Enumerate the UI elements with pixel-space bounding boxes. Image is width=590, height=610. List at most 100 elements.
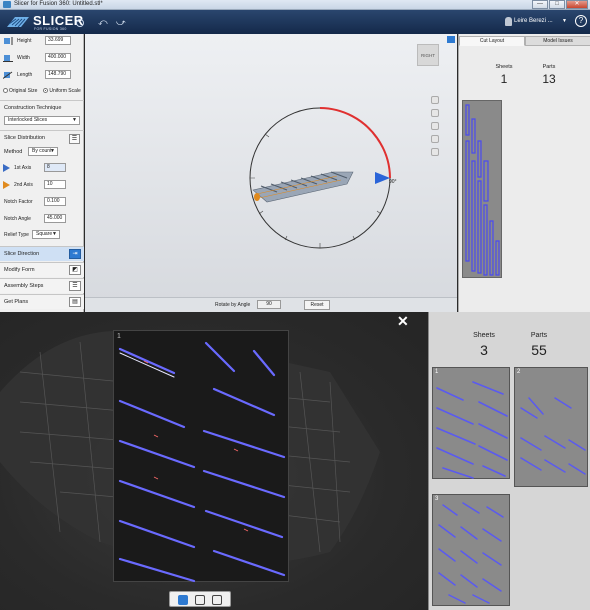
step-label: Modify Form bbox=[4, 267, 35, 273]
step-label: Get Plans bbox=[4, 299, 29, 305]
method-label: Method bbox=[4, 149, 23, 155]
axis2-icon bbox=[3, 181, 10, 189]
method-select[interactable]: By count ▼ bbox=[28, 147, 58, 156]
zoom-icon[interactable] bbox=[195, 595, 205, 605]
slice-direction-icon: ⇥ bbox=[69, 249, 81, 259]
notch-factor-label: Notch Factor bbox=[4, 199, 33, 205]
sheet-number: 1 bbox=[117, 333, 121, 340]
height-label: Height bbox=[17, 38, 32, 44]
step-label: Slice Direction bbox=[4, 251, 40, 257]
app-header: SLICER FOR FUSION 360 ⤺ ⤻ Leire Berezi .… bbox=[0, 10, 590, 34]
relief-value: Square bbox=[36, 231, 53, 237]
relief-select[interactable]: Square ▼ bbox=[32, 230, 60, 239]
axis2-label: 2nd Axis bbox=[14, 182, 33, 188]
parts-label: Parts bbox=[542, 64, 556, 70]
width-field[interactable]: 400.000 bbox=[45, 53, 71, 62]
list-icon[interactable]: ☰ bbox=[69, 134, 80, 144]
step-modify-form[interactable]: Modify Form ◩ bbox=[0, 262, 84, 277]
relief-row: Relief Type Square ▼ bbox=[3, 230, 83, 240]
sheets-panel: Sheets 3 Parts 55 1 2 3 bbox=[428, 312, 590, 610]
construction-select[interactable]: Interlocked Slices ▼ bbox=[4, 116, 80, 125]
minimize-button[interactable]: — bbox=[532, 0, 548, 9]
axis1-label: 1st Axis bbox=[14, 165, 32, 171]
close-icon[interactable]: ✕ bbox=[397, 313, 409, 330]
length-row: Length 148.790 bbox=[3, 70, 83, 80]
window-titlebar: Slicer for Fusion 360: Untitled.stl* — □… bbox=[0, 0, 590, 10]
step-get-plans[interactable]: Get Plans ▤ bbox=[0, 294, 84, 309]
notch-angle-field[interactable]: 45.000 bbox=[44, 214, 66, 223]
sheets-count: 3 bbox=[480, 342, 488, 358]
reset-button[interactable]: Reset bbox=[304, 300, 330, 310]
axis2-field[interactable]: 10 bbox=[44, 180, 66, 189]
scale-options: Original Size Uniform Scale bbox=[3, 88, 81, 94]
relief-label: Relief Type bbox=[4, 232, 29, 238]
app-logo-subtitle: FOR FUSION 360 bbox=[34, 27, 67, 31]
pan-icon[interactable] bbox=[178, 595, 188, 605]
construction-label: Construction Technique bbox=[4, 105, 62, 111]
distribution-label: Slice Distribution bbox=[4, 135, 45, 141]
parts-count: 55 bbox=[531, 342, 547, 358]
help-icon[interactable]: ? bbox=[575, 15, 587, 27]
rotate-angle-field[interactable]: 90 bbox=[257, 300, 281, 309]
parts-count: 13 bbox=[542, 72, 556, 86]
tab-model-issues[interactable]: Model Issues bbox=[525, 36, 590, 46]
window-controls: — □ ✕ bbox=[532, 0, 588, 9]
notch-factor-field[interactable]: 0.100 bbox=[44, 197, 66, 206]
step-slice-direction[interactable]: Slice Direction ⇥ bbox=[0, 246, 84, 261]
radio-selected-icon bbox=[43, 88, 49, 93]
chevron-down-icon: ▼ bbox=[72, 117, 77, 123]
height-row: Height 33.699 bbox=[3, 36, 83, 46]
sheet-thumbnail[interactable] bbox=[462, 100, 502, 278]
right-panel: Cut Layout Model Issues Sheets 1 Parts 1… bbox=[458, 34, 590, 312]
axis2-row: 2nd Axis 10 bbox=[3, 180, 83, 190]
redo-icon[interactable]: ⤻ bbox=[116, 18, 128, 27]
close-window-button[interactable]: ✕ bbox=[566, 0, 588, 9]
axis1-icon bbox=[3, 164, 10, 172]
uniform-scale-option[interactable]: Uniform Scale bbox=[43, 88, 81, 94]
axis1-row: 1st Axis 8 bbox=[3, 163, 83, 173]
sheet-thumbnail-3[interactable]: 3 bbox=[432, 494, 510, 606]
window-title: Slicer for Fusion 360: Untitled.stl* bbox=[14, 1, 103, 7]
construction-value: Interlocked Slices bbox=[8, 117, 48, 123]
length-label: Length bbox=[17, 72, 33, 78]
step-assembly-steps[interactable]: Assembly Steps ☰ bbox=[0, 278, 84, 293]
chevron-down-icon[interactable]: ▼ bbox=[562, 18, 567, 24]
sheet-parts bbox=[118, 341, 286, 583]
rotate-bar: Rotate by Angle 90 Reset bbox=[85, 297, 457, 312]
slicer-logo-icon bbox=[7, 17, 29, 28]
height-icon bbox=[4, 37, 13, 45]
height-field[interactable]: 33.699 bbox=[45, 36, 71, 45]
rotate-label: Rotate by Angle bbox=[215, 302, 251, 308]
sheet-thumbnail-1[interactable]: 1 bbox=[432, 367, 510, 479]
tab-cut-layout[interactable]: Cut Layout bbox=[459, 36, 525, 46]
length-field[interactable]: 148.790 bbox=[45, 70, 71, 79]
parts-label: Parts bbox=[530, 332, 548, 339]
sheets-label: Sheets bbox=[495, 64, 513, 70]
fit-icon[interactable] bbox=[212, 595, 222, 605]
sheets-label: Sheets bbox=[473, 332, 495, 339]
get-plans-icon: ▤ bbox=[69, 297, 81, 307]
cut-layout-preview: 1 ✕ bbox=[0, 312, 428, 610]
sheet-thumbnail-2[interactable]: 2 bbox=[514, 367, 588, 487]
method-value: By count bbox=[32, 148, 52, 154]
radio-icon bbox=[3, 88, 8, 93]
angle-readout: 90° bbox=[389, 179, 397, 185]
chevron-down-icon: ▼ bbox=[50, 148, 55, 154]
3d-viewport[interactable]: RIGHT 90° Rotate by Angle 90 Reset bbox=[85, 34, 457, 312]
axis1-field[interactable]: 8 bbox=[44, 163, 66, 172]
rotation-handle-icon[interactable] bbox=[375, 172, 390, 184]
left-panel: Height 33.699 Width 400.000 Length 148.7… bbox=[0, 34, 84, 312]
original-size-option[interactable]: Original Size bbox=[3, 88, 37, 94]
gear-icon[interactable] bbox=[76, 19, 84, 27]
preview-tools bbox=[169, 591, 231, 607]
sheet-preview[interactable]: 1 bbox=[113, 330, 289, 583]
rotation-gizmo[interactable] bbox=[85, 34, 457, 296]
sheet-thumbnail-parts bbox=[438, 502, 504, 604]
maximize-button[interactable]: □ bbox=[549, 0, 565, 9]
right-panel-tabs: Cut Layout Model Issues bbox=[459, 36, 590, 46]
user-name[interactable]: Leire Berezi ... bbox=[514, 18, 553, 24]
undo-icon[interactable]: ⤺ bbox=[98, 18, 110, 27]
width-label: Width bbox=[17, 55, 30, 61]
divider bbox=[0, 130, 84, 131]
step-label: Assembly Steps bbox=[4, 283, 44, 289]
